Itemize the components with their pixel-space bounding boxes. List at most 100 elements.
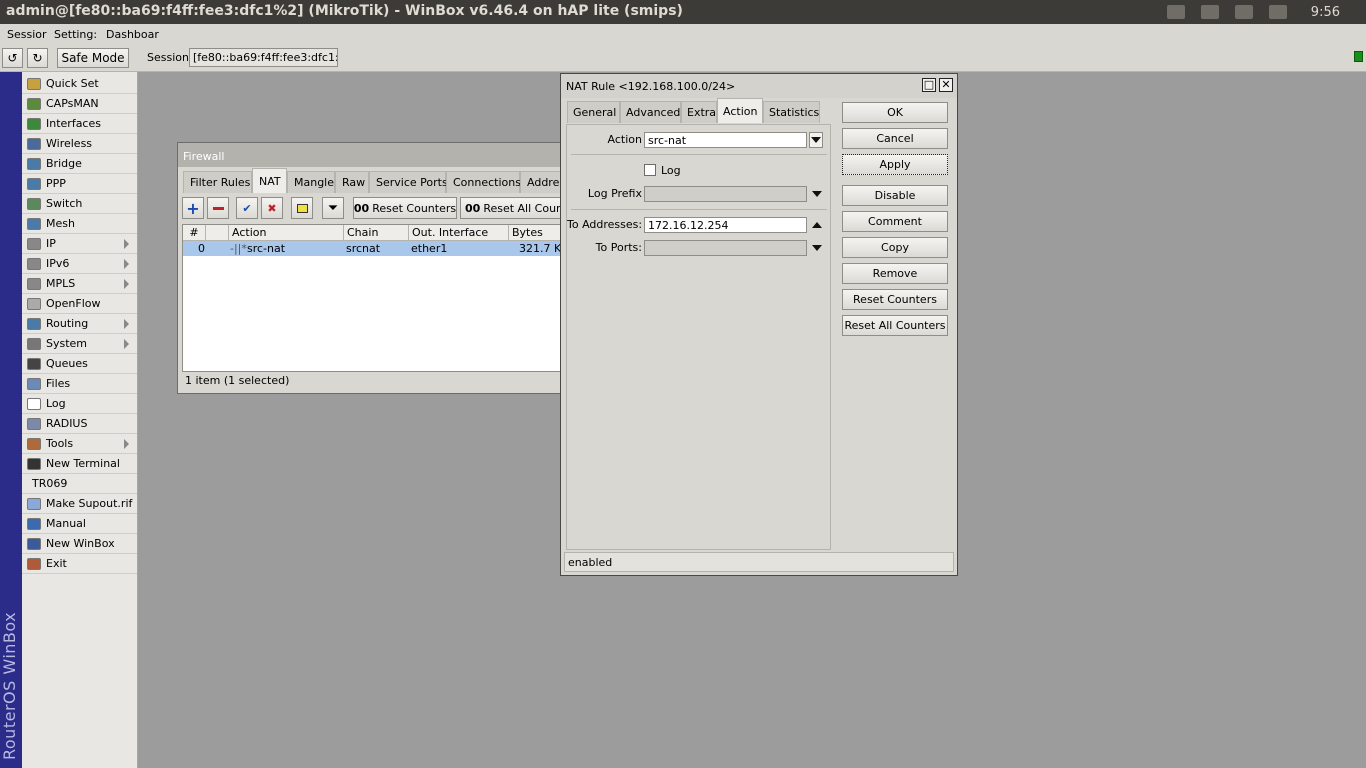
sidebar-item-label: Interfaces (46, 117, 101, 130)
tab-general[interactable]: General (567, 101, 620, 123)
tab-mangle[interactable]: Mangle (287, 171, 335, 193)
sidebar-item-new-winbox[interactable]: New WinBox (22, 534, 137, 554)
column-action[interactable]: Action (229, 225, 344, 241)
to-ports-expand-icon[interactable] (812, 245, 822, 251)
log-checkbox[interactable] (644, 164, 656, 176)
quick-set-icon (27, 77, 41, 90)
reset-counters-button[interactable]: 00 Reset Counters (353, 197, 457, 219)
volume-icon[interactable] (1268, 5, 1287, 19)
chevron-right-icon (124, 239, 129, 249)
sidebar-item-capsman[interactable]: CAPsMAN (22, 94, 137, 114)
sidebar-item-exit[interactable]: Exit (22, 554, 137, 574)
sidebar-item-radius[interactable]: RADIUS (22, 414, 137, 434)
tab-service-ports[interactable]: Service Ports (369, 171, 448, 193)
system-icon (27, 337, 41, 350)
action-dropdown-button[interactable] (809, 132, 823, 148)
sidebar-item-files[interactable]: Files (22, 374, 137, 394)
comment-button[interactable] (291, 197, 313, 219)
sidebar-item-label: Log (46, 397, 66, 410)
log-prefix-expand-icon[interactable] (812, 191, 822, 197)
clock[interactable]: 9:56 (1311, 5, 1340, 20)
maximize-button[interactable]: □ (922, 78, 936, 92)
to-addresses-field[interactable]: 172.16.12.254 (644, 217, 807, 233)
sidebar-item-ip[interactable]: IP (22, 234, 137, 254)
column-flags[interactable] (206, 225, 229, 241)
sidebar-item-switch[interactable]: Switch (22, 194, 137, 214)
nat-rule-title[interactable]: NAT Rule <192.168.100.0/24> (561, 74, 957, 98)
tab-statistics[interactable]: Statistics (763, 101, 820, 123)
sidebar-item-mesh[interactable]: Mesh (22, 214, 137, 234)
sidebar-item-make-supout-rif[interactable]: Make Supout.rif (22, 494, 137, 514)
nat-rule-window[interactable]: NAT Rule <192.168.100.0/24> □ ✕ General … (560, 73, 958, 576)
firewall-title[interactable]: Firewall (178, 143, 562, 167)
close-button[interactable]: ✕ (939, 78, 953, 92)
sidebar-item-ppp[interactable]: PPP (22, 174, 137, 194)
cancel-button[interactable]: Cancel (842, 128, 948, 149)
tab-nat[interactable]: NAT (252, 168, 287, 193)
sidebar-item-tr069[interactable]: TR069 (22, 474, 137, 494)
sidebar-item-label: Tools (46, 437, 74, 450)
sidebar-item-manual[interactable]: Manual (22, 514, 137, 534)
firewall-window[interactable]: Firewall Filter Rules NAT Mangle Raw Ser… (177, 142, 563, 394)
network-icon[interactable] (1166, 5, 1185, 19)
sidebar-item-openflow[interactable]: OpenFlow (22, 294, 137, 314)
tab-filter-rules[interactable]: Filter Rules (183, 171, 252, 193)
column-bytes[interactable]: Bytes (509, 225, 562, 241)
sidebar-item-log[interactable]: Log (22, 394, 137, 414)
battery-icon[interactable] (1234, 5, 1253, 19)
enable-button[interactable]: ✔ (236, 197, 258, 219)
to-addresses-collapse-icon[interactable] (812, 222, 822, 228)
table-row[interactable]: 0 -||* src-nat srcnat ether1 321.7 Ki (183, 241, 562, 256)
sidebar-item-interfaces[interactable]: Interfaces (22, 114, 137, 134)
menu-dashboard[interactable]: Dashboar (106, 28, 159, 41)
column-chain[interactable]: Chain (344, 225, 409, 241)
log-label: Log (661, 164, 681, 177)
column-out-interface[interactable]: Out. Interface (409, 225, 509, 241)
reset-all-counters-button[interactable]: 00 Reset All Count (460, 197, 562, 219)
menu-session[interactable]: Sessior (7, 28, 47, 41)
column-number[interactable]: # (183, 225, 206, 241)
action-select[interactable]: src-nat (644, 132, 807, 148)
reset-counters-button[interactable]: Reset Counters (842, 289, 948, 310)
tab-raw[interactable]: Raw (335, 171, 369, 193)
disable-button[interactable]: Disable (842, 185, 948, 206)
sidebar-item-tools[interactable]: Tools (22, 434, 137, 454)
session-label: Session (147, 51, 189, 64)
comment-button[interactable]: Comment (842, 211, 948, 232)
log-prefix-field[interactable] (644, 186, 807, 202)
to-ports-field[interactable] (644, 240, 807, 256)
tab-advanced[interactable]: Advanced (620, 101, 681, 123)
disable-button[interactable]: ✖ (261, 197, 283, 219)
session-field[interactable]: [fe80::ba69:f4ff:fee3:dfc1:2] (189, 48, 338, 67)
sidebar-item-new-terminal[interactable]: New Terminal (22, 454, 137, 474)
tab-address-lists[interactable]: Addres (520, 171, 562, 193)
sidebar-item-ipv6[interactable]: IPv6 (22, 254, 137, 274)
sidebar-item-label: Wireless (46, 137, 93, 150)
remove-button[interactable]: Remove (842, 263, 948, 284)
filter-button[interactable]: ⏷ (322, 197, 344, 219)
add-button[interactable]: + (182, 197, 204, 219)
undo-button[interactable]: ↺ (2, 48, 23, 68)
sidebar-item-routing[interactable]: Routing (22, 314, 137, 334)
ok-button[interactable]: OK (842, 102, 948, 123)
undo-icon: ↺ (7, 51, 18, 65)
reset-all-counters-button[interactable]: Reset All Counters (842, 315, 948, 336)
nat-rules-table[interactable]: # Action Chain Out. Interface Bytes 0 -|… (182, 224, 562, 372)
safe-mode-button[interactable]: Safe Mode (57, 48, 129, 68)
copy-button[interactable]: Copy (842, 237, 948, 258)
remove-button[interactable] (207, 197, 229, 219)
keyboard-icon[interactable] (1200, 5, 1219, 19)
tab-action[interactable]: Action (717, 98, 763, 123)
sidebar-item-system[interactable]: System (22, 334, 137, 354)
bridge-icon (27, 157, 41, 170)
sidebar-item-mpls[interactable]: MPLS (22, 274, 137, 294)
redo-button[interactable]: ↻ (27, 48, 48, 68)
sidebar-item-quick-set[interactable]: Quick Set (22, 74, 137, 94)
apply-button[interactable]: Apply (842, 154, 948, 175)
sidebar-item-wireless[interactable]: Wireless (22, 134, 137, 154)
tab-extra[interactable]: Extra (681, 101, 717, 123)
tab-connections[interactable]: Connections (446, 171, 521, 193)
menu-settings[interactable]: Setting: (54, 28, 97, 41)
sidebar-item-queues[interactable]: Queues (22, 354, 137, 374)
sidebar-item-bridge[interactable]: Bridge (22, 154, 137, 174)
